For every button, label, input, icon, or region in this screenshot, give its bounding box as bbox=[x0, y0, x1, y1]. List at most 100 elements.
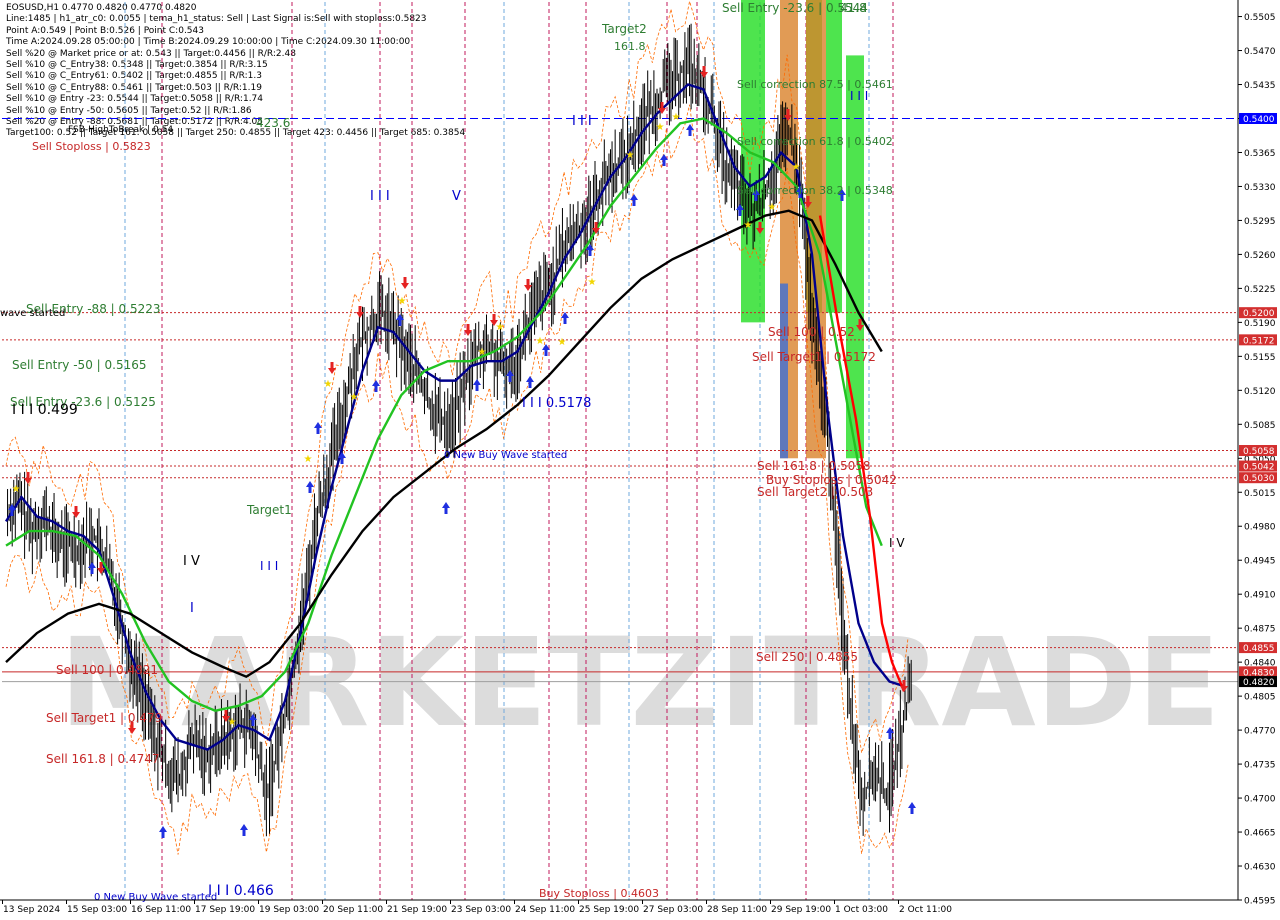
annotation-label: FSB-HighToBreak | 0.54 bbox=[68, 125, 173, 135]
annotation-label: Sell correction 38.2 | 0.5348 bbox=[737, 184, 893, 197]
annotation-label: I I I 0.466 bbox=[208, 883, 274, 899]
star-icon: ★ bbox=[768, 202, 777, 213]
price-tick-label: 0.4945 bbox=[1244, 557, 1276, 567]
time-tick-label: 28 Sep 11:00 bbox=[707, 905, 767, 915]
buy-arrow-icon bbox=[306, 481, 314, 493]
star-icon: ★ bbox=[656, 122, 665, 133]
annotation-label: I I I bbox=[260, 559, 278, 573]
sell-arrow-icon bbox=[401, 277, 409, 289]
star-icon: ★ bbox=[350, 392, 359, 403]
star-icon: ★ bbox=[558, 337, 567, 348]
annotation-label: I I I bbox=[370, 189, 390, 204]
chart: EOSUSD,H1 0.4770 0.4820 0.4770 0.4820 Li… bbox=[0, 0, 1280, 920]
sell-arrow-icon bbox=[72, 506, 80, 518]
price-tick-label: 0.4980 bbox=[1244, 523, 1276, 533]
annotation-label: Sell Target1 | 0.5172 bbox=[752, 350, 876, 364]
price-badge-label: 0.4820 bbox=[1243, 678, 1275, 688]
buy-arrow-icon bbox=[442, 502, 450, 514]
annotation-label: 0 New Buy Wave started bbox=[94, 892, 217, 903]
signal-zone bbox=[846, 55, 864, 459]
annotation-label: Sell Target2 | 0.503 bbox=[757, 485, 873, 499]
time-tick-label: 27 Sep 03:00 bbox=[643, 905, 703, 915]
annotation-label: Target2 bbox=[601, 22, 647, 36]
price-badge-label: 0.5172 bbox=[1243, 336, 1275, 346]
price-tick-label: 0.4630 bbox=[1244, 863, 1276, 873]
price-tick-label: 0.5260 bbox=[1244, 251, 1276, 261]
annotation-label: Sell correction 61.8 | 0.5402 bbox=[737, 135, 893, 148]
buy-arrow-icon bbox=[372, 380, 380, 392]
time-tick-label: 1 Oct 03:00 bbox=[835, 905, 888, 915]
price-badge-label: 0.5400 bbox=[1243, 115, 1275, 125]
sell-arrow-icon bbox=[328, 362, 336, 374]
price-tick-label: 0.4770 bbox=[1244, 727, 1276, 737]
price-tick-label: 0.4665 bbox=[1244, 829, 1276, 839]
star-icon: ★ bbox=[626, 150, 635, 161]
annotation-label: Sell 250 | 0.4855 bbox=[756, 650, 858, 664]
price-badge-label: 0.5058 bbox=[1243, 447, 1275, 457]
annotation-label: Sell correction 87.5 | 0.5461 bbox=[737, 78, 893, 91]
price-tick-label: 0.5365 bbox=[1244, 149, 1276, 159]
time-tick-label: 29 Sep 19:00 bbox=[771, 905, 831, 915]
price-tick-label: 0.5015 bbox=[1244, 489, 1276, 499]
annotation-label: I I I bbox=[850, 89, 868, 103]
annotation-label: I I I 0.499 bbox=[12, 402, 78, 418]
price-tick-label: 0.4700 bbox=[1244, 795, 1276, 805]
star-icon: ★ bbox=[304, 454, 313, 465]
price-tick-label: 0.5435 bbox=[1244, 81, 1276, 91]
sell-arrow-icon bbox=[524, 279, 532, 291]
time-tick-label: 2 Oct 11:00 bbox=[899, 905, 952, 915]
price-tick-label: 0.4595 bbox=[1244, 897, 1276, 907]
annotation-label: I bbox=[190, 601, 194, 616]
sell-arrow-icon bbox=[24, 472, 32, 484]
chart-canvas: MARKETZITRADE★★★★★★★★★ ★★★★★★★★Sell Entry… bbox=[0, 0, 1277, 915]
signal-zone bbox=[780, 283, 788, 459]
star-icon: ★ bbox=[744, 220, 753, 231]
star-icon: ★ bbox=[324, 379, 333, 390]
star-icon: ★ bbox=[496, 322, 505, 333]
star-icon: ★ bbox=[672, 112, 681, 123]
price-badge-label: 0.5200 bbox=[1243, 309, 1275, 319]
annotation-label: Sell 161.8 | 0.4747 bbox=[46, 752, 160, 766]
annotation-label: I V bbox=[889, 536, 905, 550]
star-icon: ★ bbox=[536, 336, 545, 347]
annotation-label: Sell Entry -50 | 0.5165 bbox=[12, 358, 146, 372]
price-tick-label: 0.4875 bbox=[1244, 625, 1276, 635]
price-tick-label: 0.5295 bbox=[1244, 217, 1276, 227]
annotation-label: wave started bbox=[0, 308, 65, 319]
annotation-label: 0 New Buy Wave started bbox=[444, 450, 567, 461]
annotation-label: Buy Stoploss | 0.4603 bbox=[539, 887, 659, 900]
sell-arrow-icon bbox=[700, 66, 708, 78]
time-tick-label: 25 Sep 19:00 bbox=[579, 905, 639, 915]
time-tick-label: 21 Sep 19:00 bbox=[387, 905, 447, 915]
time-tick-label: 24 Sep 11:00 bbox=[515, 905, 575, 915]
price-tick-label: 0.4910 bbox=[1244, 591, 1276, 601]
buy-arrow-icon bbox=[686, 124, 694, 136]
time-tick-label: 20 Sep 11:00 bbox=[323, 905, 383, 915]
star-icon: ★ bbox=[398, 296, 407, 307]
annotation-label: Target1 bbox=[246, 503, 292, 517]
annotation-label: Sell Target1 | 0.479 bbox=[46, 711, 162, 725]
annotation-label: Sell 100 | 0.4821 bbox=[56, 663, 158, 677]
buy-arrow-icon bbox=[159, 826, 167, 838]
annotation-label: I I I bbox=[572, 114, 592, 129]
annotation-label: 161.8 bbox=[614, 40, 646, 53]
star-icon: ★ bbox=[478, 347, 487, 358]
star-icon: ★ bbox=[12, 484, 21, 495]
price-tick-label: 0.4805 bbox=[1244, 693, 1276, 703]
time-tick-label: 19 Sep 03:00 bbox=[259, 905, 319, 915]
price-tick-label: 0.5330 bbox=[1244, 183, 1276, 193]
time-tick-label: 16 Sep 11:00 bbox=[131, 905, 191, 915]
price-tick-label: 0.5190 bbox=[1244, 319, 1276, 329]
time-tick-label: 17 Sep 19:00 bbox=[195, 905, 255, 915]
signal-zone bbox=[741, 0, 765, 323]
price-tick-label: 0.5085 bbox=[1244, 421, 1276, 431]
time-tick-label: 23 Sep 03:00 bbox=[451, 905, 511, 915]
annotation-label: 41.8 bbox=[840, 1, 867, 15]
buy-arrow-icon bbox=[240, 824, 248, 836]
star-icon: ★ bbox=[228, 717, 237, 728]
time-tick-label: 15 Sep 03:00 bbox=[67, 905, 127, 915]
annotation-label: I V bbox=[183, 554, 200, 569]
price-badge-label: 0.5030 bbox=[1243, 474, 1275, 484]
price-tick-label: 0.5155 bbox=[1244, 353, 1276, 363]
price-tick-label: 0.4735 bbox=[1244, 761, 1276, 771]
